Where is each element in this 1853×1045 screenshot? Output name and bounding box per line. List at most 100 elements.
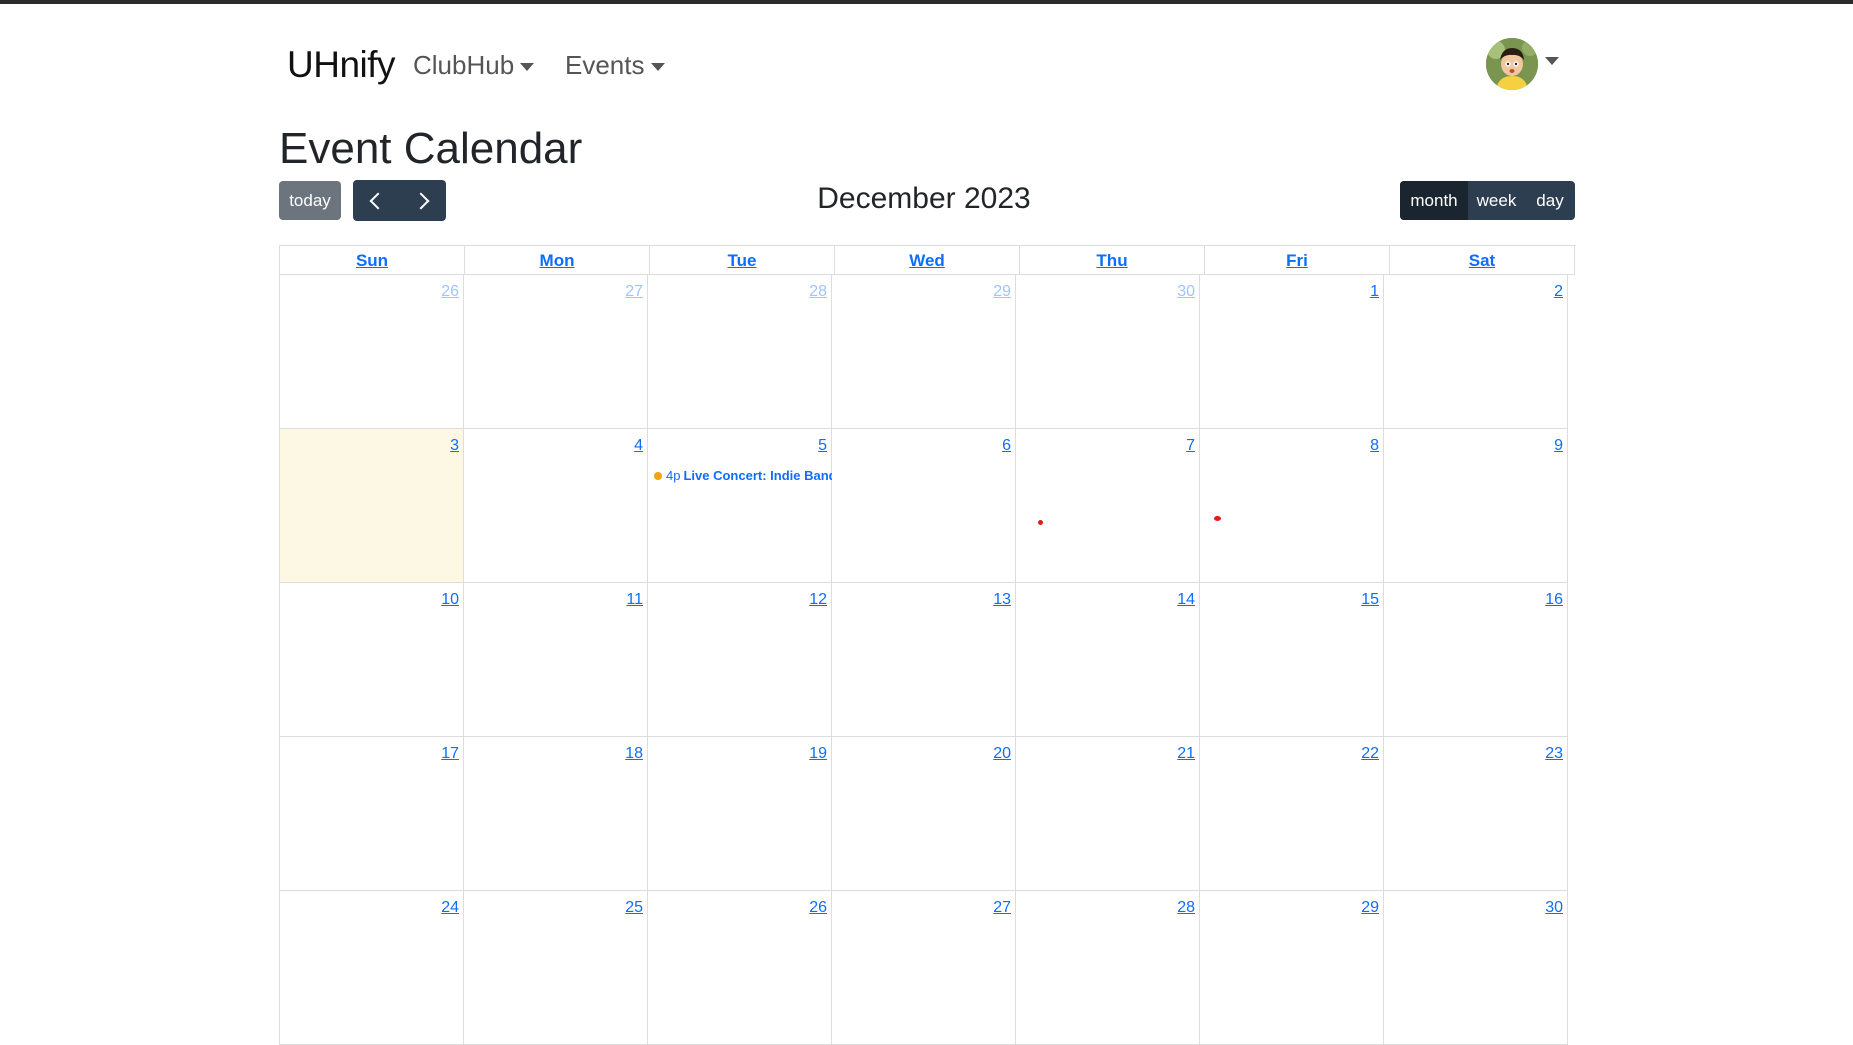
day-number-link[interactable]: 30 bbox=[1545, 899, 1563, 917]
day-cell[interactable]: 26 bbox=[280, 275, 464, 429]
day-cell[interactable]: 24 bbox=[280, 891, 464, 1045]
caret-down-icon bbox=[650, 62, 665, 71]
clubhub-menu[interactable]: ClubHub bbox=[413, 50, 535, 81]
week-row: 3 4 5 4p Live Concert: Indie Band Night … bbox=[280, 429, 1576, 583]
avatar-image bbox=[1486, 38, 1538, 90]
day-cell[interactable]: 9 bbox=[1384, 429, 1568, 583]
weekday-wed-link[interactable]: Wed bbox=[909, 251, 945, 270]
calendar-event[interactable]: 4p Live Concert: Indie Band Night bbox=[654, 468, 832, 483]
week-row: 26 27 28 29 30 1 2 bbox=[280, 275, 1576, 429]
month-view-button[interactable]: month bbox=[1400, 181, 1468, 220]
day-cell[interactable]: 28 bbox=[648, 275, 832, 429]
day-cell[interactable]: 14 bbox=[1016, 583, 1200, 737]
day-cell[interactable]: 20 bbox=[832, 737, 1016, 891]
day-number-link[interactable]: 7 bbox=[1186, 437, 1195, 455]
day-number-link[interactable]: 16 bbox=[1545, 591, 1563, 609]
day-cell[interactable]: 11 bbox=[464, 583, 648, 737]
events-menu-label: Events bbox=[565, 50, 645, 80]
day-number-link[interactable]: 20 bbox=[993, 745, 1011, 763]
events-menu[interactable]: Events bbox=[565, 50, 665, 81]
day-cell[interactable]: 27 bbox=[464, 275, 648, 429]
day-number-link[interactable]: 3 bbox=[450, 437, 459, 455]
day-cell[interactable]: 6 bbox=[832, 429, 1016, 583]
day-number-link[interactable]: 9 bbox=[1554, 437, 1563, 455]
day-number-link[interactable]: 23 bbox=[1545, 745, 1563, 763]
chevron-left-icon bbox=[369, 192, 387, 209]
day-number-link[interactable]: 6 bbox=[1002, 437, 1011, 455]
day-number-link[interactable]: 22 bbox=[1361, 745, 1379, 763]
week-view-button[interactable]: week bbox=[1468, 181, 1525, 220]
day-number-link[interactable]: 1 bbox=[1370, 283, 1379, 301]
day-number-link[interactable]: 28 bbox=[809, 283, 827, 301]
day-cell[interactable]: 26 bbox=[648, 891, 832, 1045]
day-cell[interactable]: 22 bbox=[1200, 737, 1384, 891]
caret-down-icon bbox=[520, 62, 535, 71]
day-number-link[interactable]: 24 bbox=[441, 899, 459, 917]
day-cell[interactable]: 23 bbox=[1384, 737, 1568, 891]
day-number-link[interactable]: 25 bbox=[625, 899, 643, 917]
user-menu-caret-icon[interactable] bbox=[1545, 57, 1559, 65]
user-avatar[interactable] bbox=[1486, 38, 1538, 90]
day-cell[interactable]: 21 bbox=[1016, 737, 1200, 891]
day-cell[interactable]: 12 bbox=[648, 583, 832, 737]
weekday-thu-link[interactable]: Thu bbox=[1096, 251, 1127, 270]
day-cell[interactable]: 8 bbox=[1200, 429, 1384, 583]
day-cell[interactable]: 13 bbox=[832, 583, 1016, 737]
day-number-link[interactable]: 27 bbox=[993, 899, 1011, 917]
day-cell[interactable]: 15 bbox=[1200, 583, 1384, 737]
day-number-link[interactable]: 8 bbox=[1370, 437, 1379, 455]
day-cell[interactable]: 5 4p Live Concert: Indie Band Night bbox=[648, 429, 832, 583]
weekday-header: Sat bbox=[1390, 246, 1575, 275]
weekday-sat-link[interactable]: Sat bbox=[1469, 251, 1495, 270]
day-number-link[interactable]: 30 bbox=[1177, 283, 1195, 301]
day-number-link[interactable]: 21 bbox=[1177, 745, 1195, 763]
weekday-header: Tue bbox=[650, 246, 835, 275]
next-button[interactable] bbox=[400, 180, 447, 221]
day-cell[interactable]: 30 bbox=[1384, 891, 1568, 1045]
brand-logo[interactable]: UHnify bbox=[287, 44, 396, 86]
weekday-fri-link[interactable]: Fri bbox=[1286, 251, 1308, 270]
day-cell[interactable]: 4 bbox=[464, 429, 648, 583]
day-number-link[interactable]: 4 bbox=[634, 437, 643, 455]
today-day-cell[interactable]: 3 bbox=[280, 429, 464, 583]
weekday-header-row: Sun Mon Tue Wed Thu Fri Sat bbox=[280, 246, 1576, 275]
day-cell[interactable]: 29 bbox=[1200, 891, 1384, 1045]
day-number-link[interactable]: 26 bbox=[809, 899, 827, 917]
day-cell[interactable]: 10 bbox=[280, 583, 464, 737]
today-button[interactable]: today bbox=[279, 181, 341, 220]
day-number-link[interactable]: 11 bbox=[626, 591, 643, 609]
day-view-button[interactable]: day bbox=[1525, 181, 1575, 220]
day-cell[interactable]: 28 bbox=[1016, 891, 1200, 1045]
day-number-link[interactable]: 2 bbox=[1554, 283, 1563, 301]
day-number-link[interactable]: 13 bbox=[993, 591, 1011, 609]
day-number-link[interactable]: 28 bbox=[1177, 899, 1195, 917]
day-number-link[interactable]: 10 bbox=[441, 591, 459, 609]
day-number-link[interactable]: 15 bbox=[1361, 591, 1379, 609]
day-number-link[interactable]: 17 bbox=[441, 745, 459, 763]
day-cell[interactable]: 1 bbox=[1200, 275, 1384, 429]
weekday-header: Fri bbox=[1205, 246, 1390, 275]
day-number-link[interactable]: 19 bbox=[809, 745, 827, 763]
day-cell[interactable]: 29 bbox=[832, 275, 1016, 429]
day-number-link[interactable]: 5 bbox=[818, 437, 827, 455]
day-number-link[interactable]: 14 bbox=[1177, 591, 1195, 609]
day-number-link[interactable]: 18 bbox=[625, 745, 643, 763]
day-cell[interactable]: 27 bbox=[832, 891, 1016, 1045]
day-cell[interactable]: 7 bbox=[1016, 429, 1200, 583]
day-cell[interactable]: 30 bbox=[1016, 275, 1200, 429]
day-number-link[interactable]: 29 bbox=[993, 283, 1011, 301]
day-number-link[interactable]: 29 bbox=[1361, 899, 1379, 917]
day-number-link[interactable]: 26 bbox=[441, 283, 459, 301]
day-cell[interactable]: 19 bbox=[648, 737, 832, 891]
day-number-link[interactable]: 12 bbox=[809, 591, 827, 609]
day-cell[interactable]: 17 bbox=[280, 737, 464, 891]
day-cell[interactable]: 16 bbox=[1384, 583, 1568, 737]
day-number-link[interactable]: 27 bbox=[625, 283, 643, 301]
weekday-mon-link[interactable]: Mon bbox=[540, 251, 575, 270]
weekday-sun-link[interactable]: Sun bbox=[356, 251, 388, 270]
day-cell[interactable]: 18 bbox=[464, 737, 648, 891]
weekday-tue-link[interactable]: Tue bbox=[728, 251, 757, 270]
day-cell[interactable]: 25 bbox=[464, 891, 648, 1045]
prev-button[interactable] bbox=[353, 180, 400, 221]
day-cell[interactable]: 2 bbox=[1384, 275, 1568, 429]
